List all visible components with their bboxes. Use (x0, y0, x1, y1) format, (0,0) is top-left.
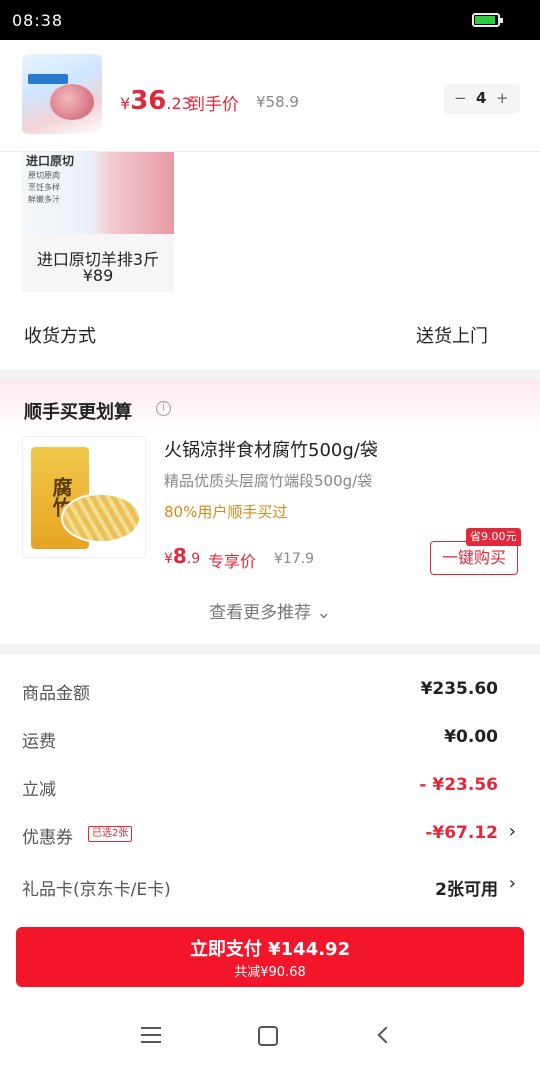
chevron-right-icon[interactable]: › (509, 821, 516, 842)
back-icon[interactable] (377, 1026, 395, 1044)
pay-now-label: 立即支付 ¥144.92 (189, 939, 351, 960)
shipping-label: 运费 (22, 732, 56, 752)
product-price: ¥36.23 (120, 86, 192, 116)
gift-item-card[interactable]: 进口原切 原切原肉 烹饪多样 鲜嫩多汁 进口原切羊排3斤 ¥89 (22, 152, 174, 292)
price-symbol: ¥ (120, 94, 131, 113)
discount-row: 立减 - ¥23.56 (0, 767, 540, 807)
recommended-item-image[interactable]: 腐竹 (22, 436, 146, 558)
system-nav-bar (0, 1005, 540, 1065)
coupon-selected-badge: 已选2张 (88, 826, 133, 842)
total-discount-label: 共减¥90.68 (234, 965, 306, 980)
minus-button[interactable]: − (454, 89, 467, 107)
info-icon[interactable]: i (156, 401, 171, 416)
recommendation-title: 顺手买更划算 (24, 402, 132, 423)
gift-image-line: 原切原肉 (28, 171, 60, 180)
recommended-item-name[interactable]: 火锅凉拌食材腐竹500g/袋 (164, 436, 378, 462)
section-divider (0, 644, 540, 654)
plus-button[interactable]: + (496, 89, 509, 107)
gift-card-value: 2张可用 (435, 880, 498, 900)
gift-item-image: 进口原切 原切原肉 烹饪多样 鲜嫩多汁 (22, 152, 174, 234)
price-integer: 36 (130, 86, 167, 116)
save-badge: 省9.00元 (466, 528, 521, 546)
delivery-value: 送货上门 (416, 326, 488, 347)
gift-item-price: ¥89 (82, 266, 114, 285)
pay-now-button[interactable]: 立即支付 ¥144.92 共减¥90.68 (16, 927, 524, 987)
gift-image-line: 鲜嫩多汁 (28, 195, 60, 204)
coupon-label: 优惠券 (22, 828, 73, 848)
recommended-item-price: ¥8.9 (164, 544, 200, 568)
price-label: 到手价 (188, 95, 239, 115)
gift-image-title: 进口原切 (26, 154, 75, 168)
recommended-item-subtitle: 精品优质头层腐竹端段500g/袋 (164, 472, 373, 490)
coupon-row[interactable]: 优惠券 已选2张 -¥67.12 › (0, 815, 540, 855)
price-symbol: ¥ (164, 551, 173, 567)
price-decimal: .9 (186, 551, 201, 567)
gift-card-label: 礼品卡(京东卡/E卡) (22, 880, 171, 900)
goods-amount-value: ¥235.60 (420, 679, 498, 699)
original-price: ¥58.9 (256, 93, 299, 111)
home-icon[interactable] (258, 1026, 278, 1046)
exclusive-price-label: 专享价 (208, 552, 257, 571)
product-thumbnail[interactable] (22, 54, 102, 134)
delivery-method-row[interactable]: 收货方式 送货上门 (0, 310, 540, 362)
discount-value: - ¥23.56 (419, 775, 498, 795)
gift-card-row[interactable]: 礼品卡(京东卡/E卡) 2张可用 › (0, 867, 540, 907)
one-click-buy-button[interactable]: 一键购买 (430, 541, 518, 575)
status-time: 08:38 (12, 11, 64, 30)
gift-image-line: 烹饪多样 (28, 183, 60, 192)
chevron-right-icon[interactable]: › (509, 873, 516, 894)
shipping-value: ¥0.00 (444, 727, 498, 747)
coupon-value: -¥67.12 (425, 823, 498, 843)
see-more-recommendations-link[interactable]: 查看更多推荐 ⌄ (0, 598, 540, 623)
status-bar: 08:38 (0, 0, 540, 40)
recommendation-section: 顺手买更划算 i 腐竹 火锅凉拌食材腐竹500g/袋 精品优质头层腐竹端段500… (0, 380, 540, 642)
quantity-value[interactable]: 4 (476, 89, 486, 107)
section-divider (0, 370, 540, 380)
battery-icon (472, 13, 503, 27)
menu-icon[interactable] (141, 1027, 161, 1043)
price-integer: 8 (172, 544, 187, 568)
recommended-item-tag: 80%用户顺手买过 (164, 503, 288, 521)
discount-label: 立减 (22, 780, 56, 800)
goods-amount-row: 商品金额 ¥235.60 (0, 671, 540, 711)
recommended-original-price: ¥17.9 (274, 551, 315, 567)
quantity-stepper[interactable]: − 4 + (444, 84, 520, 114)
delivery-label: 收货方式 (24, 326, 96, 347)
goods-amount-label: 商品金额 (22, 684, 90, 704)
shipping-row: 运费 ¥0.00 (0, 719, 540, 759)
